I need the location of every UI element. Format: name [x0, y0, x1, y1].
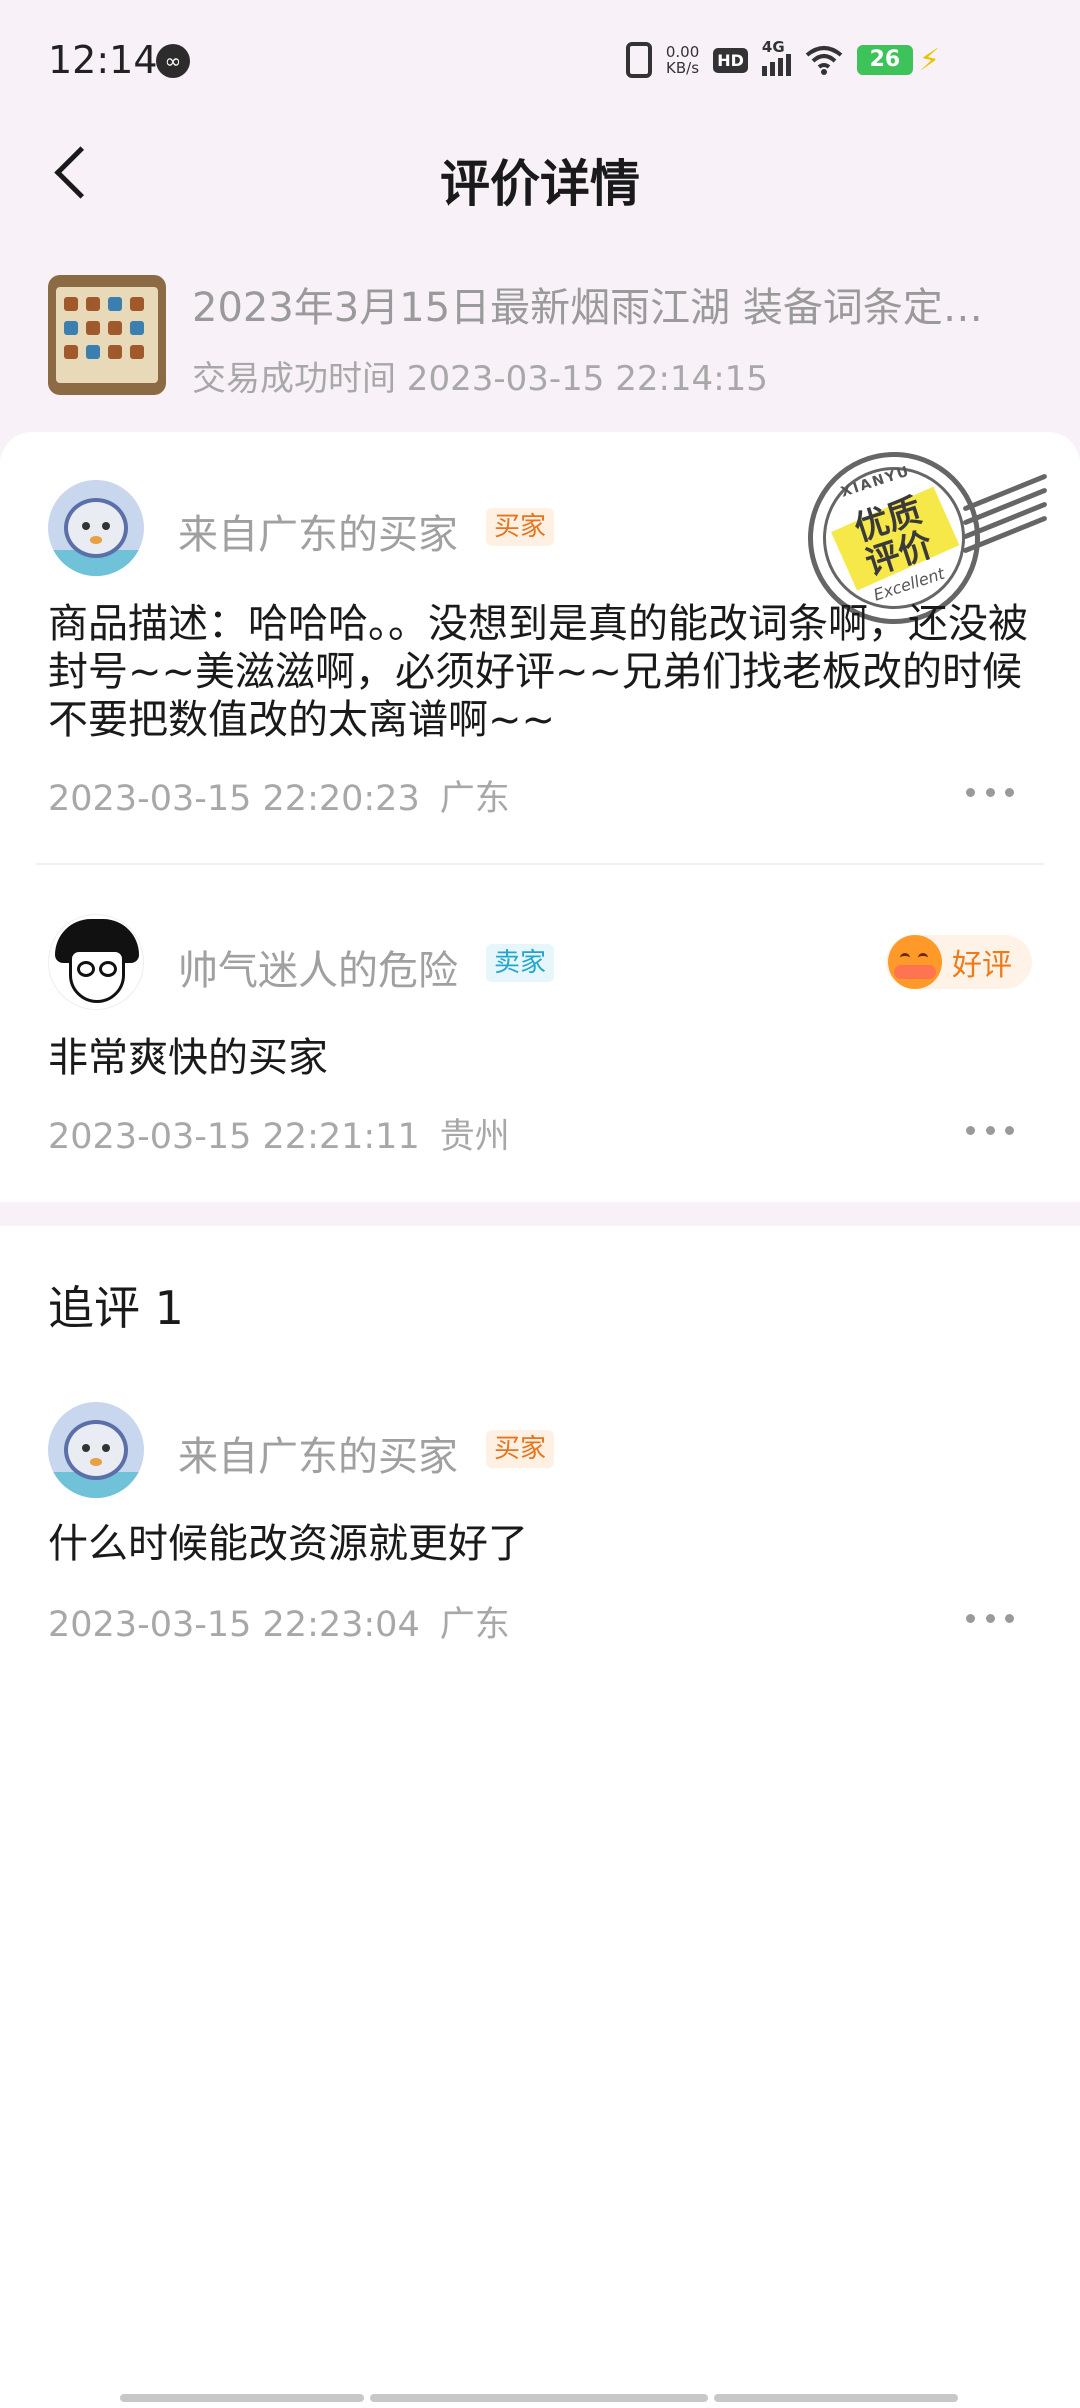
section-separator [0, 1202, 1080, 1226]
buyer-avatar[interactable] [48, 1402, 144, 1498]
rating-label: 好评 [952, 948, 1012, 983]
followup-text: 什么时候能改资源就更好了 [48, 1521, 528, 1567]
review-time: 2023-03-15 22:20:23 [48, 779, 420, 819]
buyer-avatar[interactable] [48, 480, 144, 576]
divider [36, 863, 1044, 865]
wifi-icon [805, 46, 843, 75]
seller-tag: 卖家 [486, 944, 555, 982]
review-text: 非常爽快的买家 [48, 1035, 328, 1081]
seller-avatar[interactable] [48, 914, 144, 1010]
loop-icon: ∞ [156, 44, 190, 78]
network-speed: 0.00 KB/s [666, 44, 699, 76]
signal-icon: 4G [761, 38, 791, 76]
battery-icon: 26 ⚡ [856, 42, 940, 78]
review-meta: 2023-03-15 22:21:11 贵州 [48, 1108, 510, 1159]
buyer-username: 来自广东的买家 [178, 512, 458, 558]
status-bar: 12:14 ∞ 0.00 KB/s HD 4G 26 ⚡ [0, 0, 1080, 120]
review-location: 贵州 [439, 1117, 510, 1157]
vibrate-icon [625, 42, 652, 78]
seller-username: 帅气迷人的危险 [178, 948, 458, 994]
speed-value: 0.00 [665, 43, 700, 61]
battery-level: 26 [856, 45, 913, 75]
followup-location: 广东 [439, 1605, 510, 1645]
header: 评价详情 [0, 120, 1080, 230]
followup-meta: 2023-03-15 22:23:04 广东 [48, 1596, 510, 1647]
nav-bar-segment [714, 2394, 958, 2402]
page-title: 评价详情 [440, 155, 640, 213]
more-icon[interactable] [960, 1110, 1020, 1150]
buyer-username: 来自广东的买家 [178, 1434, 458, 1480]
review-text: 商品描述：哈哈哈。。没想到是真的能改词条啊，还没被封号~~美滋滋啊，必须好评~~… [48, 601, 1028, 743]
network-type: 4G [761, 38, 785, 56]
charging-icon: ⚡ [918, 42, 940, 78]
good-rating-badge: 好评 [886, 935, 1032, 989]
status-time: 12:14 [48, 38, 158, 82]
followup-title: 追评 1 [48, 1281, 184, 1335]
hd-icon: HD [713, 47, 748, 73]
review-location: 广东 [439, 779, 510, 819]
followup-time: 2023-03-15 22:23:04 [48, 1605, 420, 1645]
review-time: 2023-03-15 22:21:11 [48, 1117, 420, 1157]
stamp-postmark-lines [960, 473, 1050, 554]
review-meta: 2023-03-15 22:20:23 广东 [48, 770, 510, 821]
nav-bar-segment [120, 2394, 364, 2402]
product-card[interactable]: 2023年3月15日最新烟雨江湖 装备词条定… 交易成功时间 2023-03-1… [48, 275, 1038, 399]
product-title: 2023年3月15日最新烟雨江湖 装备词条定… [192, 285, 983, 331]
product-thumbnail [48, 275, 166, 395]
buyer-tag: 买家 [486, 1430, 555, 1468]
more-icon[interactable] [960, 1598, 1020, 1638]
buyer-tag: 买家 [486, 508, 555, 546]
more-icon[interactable] [960, 772, 1020, 812]
smile-emoji-icon [888, 935, 942, 989]
trade-time: 交易成功时间 2023-03-15 22:14:15 [192, 359, 768, 399]
nav-bar-segment [370, 2394, 708, 2402]
status-icons: 0.00 KB/s HD 4G 26 ⚡ [625, 38, 940, 80]
speed-unit: KB/s [666, 59, 700, 77]
